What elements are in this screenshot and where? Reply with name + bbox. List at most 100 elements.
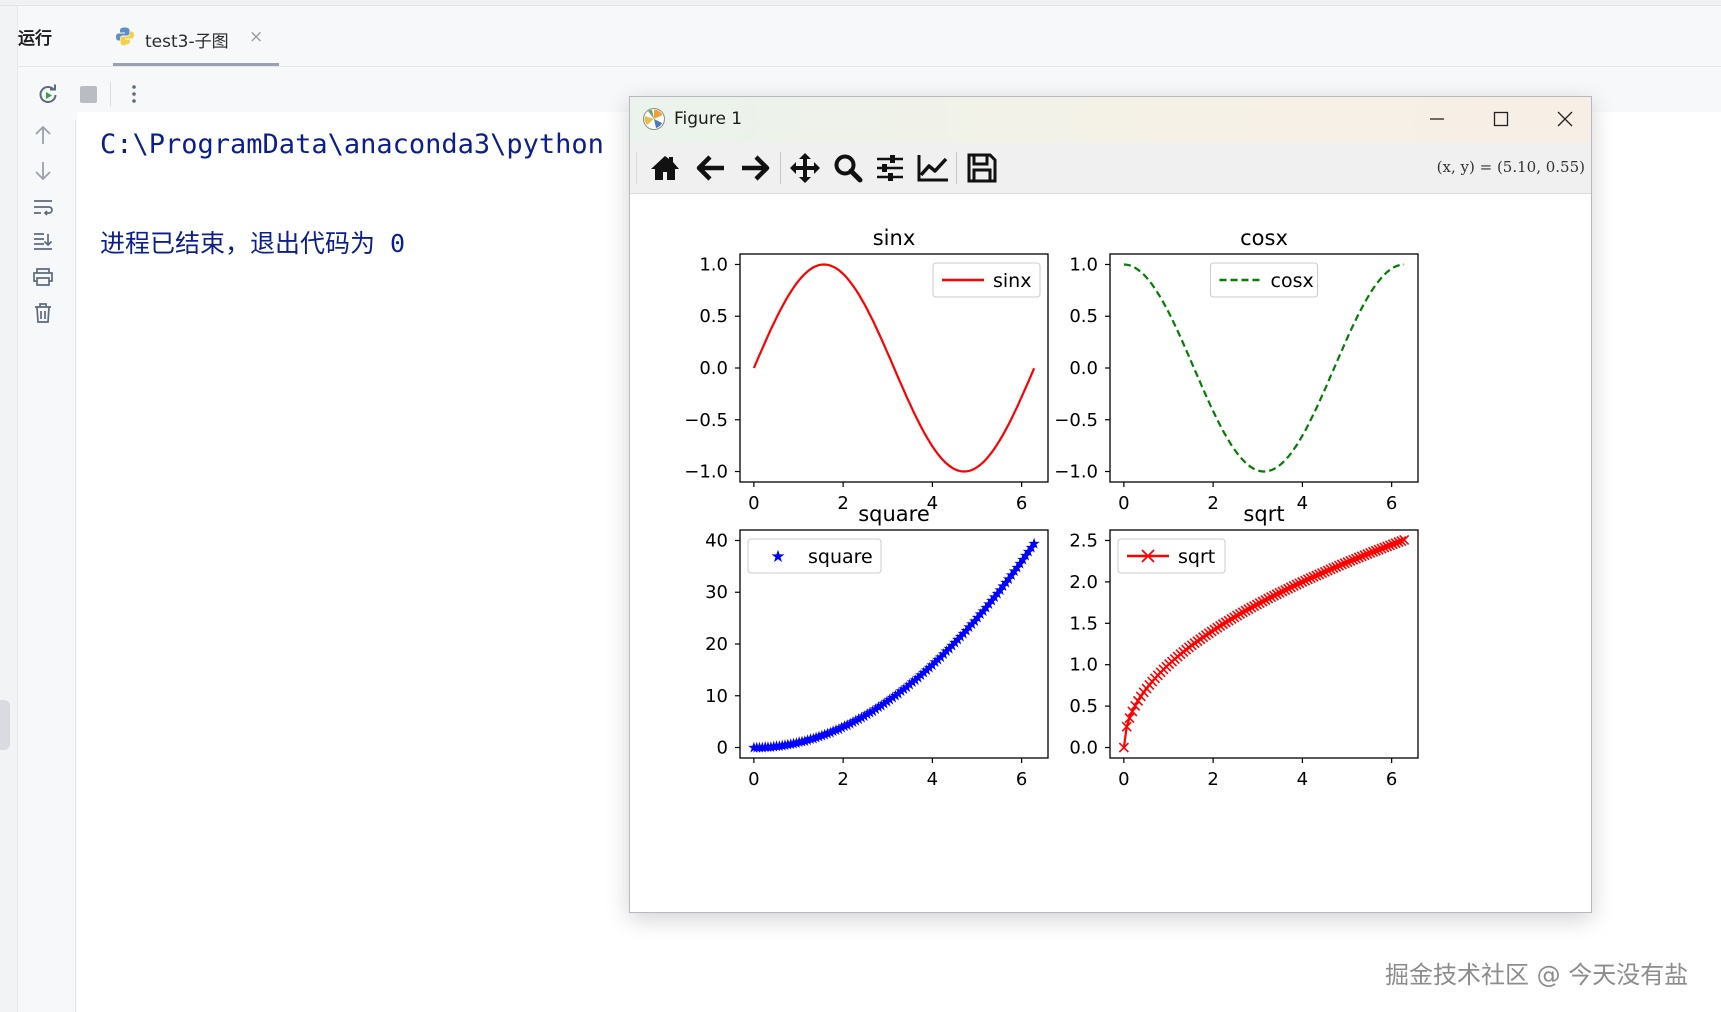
y-tick-label: 0.0 <box>699 358 728 379</box>
figure-titlebar[interactable]: Figure 1 <box>630 97 1591 142</box>
subplot-title: square <box>858 502 930 526</box>
zoom-button[interactable] <box>828 150 868 186</box>
y-tick-label: −1.0 <box>684 462 728 483</box>
close-window-button[interactable] <box>1542 103 1588 135</box>
x-tick-label: 6 <box>1386 769 1397 790</box>
rerun-button[interactable] <box>32 78 64 110</box>
scroll-down-button[interactable] <box>28 156 58 186</box>
x-tick-label: 0 <box>1118 493 1129 514</box>
x-tick-label: 2 <box>1207 769 1218 790</box>
top-tab-strip <box>0 0 1721 6</box>
y-tick-label: 0.0 <box>1069 738 1098 759</box>
figure-toolbar: (x, y) = (5.10, 0.55) <box>630 142 1591 194</box>
maximize-button[interactable] <box>1478 103 1524 135</box>
x-tick-label: 0 <box>1118 769 1129 790</box>
y-tick-label: 0.0 <box>1069 358 1098 379</box>
trash-icon <box>35 303 51 323</box>
x-tick-label: 6 <box>1386 493 1397 514</box>
soft-wrap-button[interactable] <box>28 192 58 222</box>
rerun-icon <box>39 84 57 104</box>
y-tick-label: 1.0 <box>699 254 728 275</box>
y-tick-label: 30 <box>705 582 728 603</box>
toolbar-grip <box>636 152 637 184</box>
y-tick-label: 40 <box>705 530 728 551</box>
toolbar-separator <box>956 152 957 184</box>
y-tick-label: −0.5 <box>1054 410 1098 431</box>
scroll-up-button[interactable] <box>28 120 58 150</box>
python-icon <box>116 27 134 46</box>
sliders-icon <box>877 155 903 181</box>
back-button[interactable] <box>691 150 731 186</box>
configure-subplots-button[interactable] <box>870 150 910 186</box>
y-tick-label: 1.0 <box>1069 254 1098 275</box>
line-chart-icon <box>917 155 948 182</box>
ide-window: 运行 test3-子图 × C:\ProgramData\anaconda3\p… <box>0 0 1721 1012</box>
arrow-down-icon <box>35 162 51 181</box>
x-tick-label: 2 <box>837 769 848 790</box>
soft-wrap-icon <box>34 200 53 216</box>
minimize-button[interactable] <box>1414 103 1460 135</box>
figure-window[interactable]: Figure 1 (x, y) = (5.10, 0.55) sinx 0 2 … <box>629 96 1592 913</box>
edge-handle[interactable] <box>0 700 10 750</box>
x-tick-label: 4 <box>1297 769 1308 790</box>
tab-close-icon[interactable]: × <box>249 27 263 47</box>
home-button[interactable] <box>645 150 685 186</box>
y-tick-label: 2.5 <box>1069 530 1098 551</box>
arrow-left-icon <box>696 155 724 181</box>
forward-button[interactable] <box>735 150 775 186</box>
zoom-magnifier-icon <box>834 154 863 183</box>
pan-icon <box>790 153 820 183</box>
save-disk-icon <box>967 153 997 183</box>
divider <box>18 66 1721 67</box>
save-figure-button[interactable] <box>962 150 1002 186</box>
legend-label: cosx <box>1271 270 1314 292</box>
x-tick-label: 6 <box>1016 769 1027 790</box>
coords-readout: (x, y) = (5.10, 0.55) <box>1436 158 1585 176</box>
y-tick-label: 2.0 <box>1069 572 1098 593</box>
x-tick-label: 4 <box>927 769 938 790</box>
console-side-toolbar <box>18 120 76 1012</box>
subplots-svg: sinx 0 2 4 6 −1.0 −0.5 0.0 0.5 1.0 sinx cosx 0 2 4 6 −1.… <box>684 226 1419 790</box>
arrow-up-icon <box>35 125 51 144</box>
y-tick-label: 0.5 <box>1069 306 1098 327</box>
x-tick-label: 2 <box>837 493 848 514</box>
y-tick-label: −1.0 <box>1054 462 1098 483</box>
y-tick-label: 20 <box>705 634 728 655</box>
toolbar-divider <box>110 82 111 106</box>
minimize-icon <box>1430 118 1444 120</box>
y-tick-label: 1.5 <box>1069 613 1098 634</box>
matplotlib-icon <box>643 108 665 130</box>
figure-canvas[interactable]: sinx 0 2 4 6 −1.0 −0.5 0.0 0.5 1.0 sinx cosx 0 2 4 6 −1.… <box>630 195 1591 912</box>
console-line-command: C:\ProgramData\anaconda3\python <box>100 129 604 160</box>
stop-icon <box>79 85 97 103</box>
y-tick-label: 0.5 <box>1069 696 1098 717</box>
scroll-to-end-icon <box>34 233 53 250</box>
clear-all-button[interactable] <box>28 298 58 328</box>
subplot-title: sqrt <box>1243 502 1284 526</box>
y-tick-label: 0.5 <box>699 306 728 327</box>
tab-label: test3-子图 <box>145 32 229 52</box>
print-button[interactable] <box>28 262 58 292</box>
x-tick-label: 0 <box>748 493 759 514</box>
y-tick-label: 0 <box>717 738 728 759</box>
more-options-button[interactable] <box>118 78 150 110</box>
stop-button[interactable] <box>72 78 104 110</box>
tab-run-config[interactable]: test3-子图 × <box>113 18 279 66</box>
legend-label: sqrt <box>1178 546 1215 568</box>
pan-button[interactable] <box>785 150 825 186</box>
run-panel-title: 运行 <box>18 29 52 49</box>
figure-title: Figure 1 <box>674 109 743 129</box>
edit-axis-button[interactable] <box>913 150 953 186</box>
left-edge-strip <box>0 0 18 1012</box>
data-point: ★ <box>1027 534 1040 552</box>
legend-label: sinx <box>993 270 1031 292</box>
toolbar-separator <box>780 152 781 184</box>
run-toolbar <box>18 78 178 110</box>
x-tick-label: 4 <box>1297 493 1308 514</box>
y-tick-label: 10 <box>705 686 728 707</box>
more-vertical-icon <box>132 85 136 103</box>
scroll-to-end-button[interactable] <box>28 226 58 256</box>
x-tick-label: 2 <box>1207 493 1218 514</box>
legend-label: square <box>808 546 873 568</box>
subplot-title: sinx <box>873 226 916 250</box>
